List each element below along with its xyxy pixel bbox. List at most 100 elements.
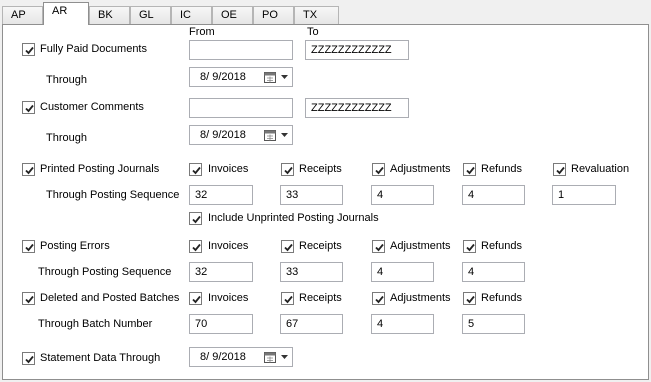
fully-paid-checkbox[interactable] [22,43,35,56]
errors-refunds-label: Refunds [481,240,522,252]
fully-paid-from-input[interactable] [189,40,293,60]
printed-refunds-sequence-input[interactable]: 4 [462,185,525,205]
batches-invoices-label: Invoices [208,292,249,304]
check-icon [375,166,384,175]
errors-refunds-sequence-input[interactable]: 4 [462,262,525,282]
date-value: 8/ 9/2018 [200,351,246,363]
errors-invoices-label: Invoices [208,240,249,252]
tab-bar: AP AR BK GL IC OE PO TX [0,0,651,25]
printed-revaluation-label: Revaluation [571,163,630,175]
batches-invoices-number-input[interactable]: 70 [189,314,253,334]
customer-comments-to-input[interactable]: ZZZZZZZZZZZZ [305,98,409,118]
deleted-batches-label: Deleted and Posted Batches [40,292,180,304]
batches-refunds-number-input[interactable]: 5 [462,314,525,334]
fully-paid-through-date[interactable]: 8/ 9/2018 [189,67,293,87]
tab-ar[interactable]: AR [43,2,89,25]
printed-revaluation-checkbox[interactable] [553,163,566,176]
errors-receipts-checkbox[interactable] [281,240,294,253]
check-icon [25,243,34,252]
batches-adjustments-label: Adjustments [390,292,451,304]
printed-receipts-label: Receipts [299,163,342,175]
customer-comments-checkbox[interactable] [22,101,35,114]
check-icon [192,166,201,175]
include-unprinted-checkbox[interactable] [189,212,202,225]
dropdown-arrow-icon[interactable] [281,133,288,137]
check-icon [25,46,34,55]
check-icon [25,166,34,175]
tab-gl[interactable]: GL [130,6,171,24]
check-icon [192,215,201,224]
customer-comments-label: Customer Comments [40,101,144,113]
check-icon [25,355,34,364]
tab-ap[interactable]: AP [2,6,43,24]
batches-adjustments-number-input[interactable]: 4 [371,314,434,334]
customer-comments-through-date[interactable]: 8/ 9/2018 [189,125,293,145]
printed-receipts-sequence-input[interactable]: 33 [280,185,343,205]
printed-invoices-checkbox[interactable] [189,163,202,176]
tab-ic[interactable]: IC [171,6,212,24]
check-icon [466,243,475,252]
batches-receipts-checkbox[interactable] [281,292,294,305]
calendar-icon[interactable] [264,129,276,141]
errors-adjustments-sequence-input[interactable]: 4 [371,262,434,282]
fully-paid-through-label: Through [46,74,87,86]
batches-refunds-label: Refunds [481,292,522,304]
fully-paid-to-input[interactable]: ZZZZZZZZZZZZ [305,40,409,60]
batches-invoices-checkbox[interactable] [189,292,202,305]
batches-refunds-checkbox[interactable] [463,292,476,305]
include-unprinted-label: Include Unprinted Posting Journals [208,212,379,224]
check-icon [375,295,384,304]
check-icon [556,166,565,175]
errors-sequence-label: Through Posting Sequence [38,266,172,278]
posting-errors-checkbox[interactable] [22,240,35,253]
dropdown-arrow-icon[interactable] [281,75,288,79]
statement-data-checkbox[interactable] [22,352,35,365]
check-icon [25,295,34,304]
check-icon [284,295,293,304]
deleted-batches-checkbox[interactable] [22,292,35,305]
printed-posting-label: Printed Posting Journals [40,163,160,175]
batch-number-label: Through Batch Number [38,318,153,330]
errors-receipts-sequence-input[interactable]: 33 [280,262,343,282]
batches-receipts-label: Receipts [299,292,342,304]
tab-tx[interactable]: TX [294,6,339,24]
tab-oe[interactable]: OE [212,6,253,24]
check-icon [284,243,293,252]
check-icon [192,243,201,252]
batches-adjustments-checkbox[interactable] [372,292,385,305]
check-icon [466,295,475,304]
check-icon [466,166,475,175]
printed-sequence-label: Through Posting Sequence [46,189,180,201]
customer-comments-from-input[interactable] [189,98,293,118]
to-header: To [307,26,319,38]
calendar-icon[interactable] [264,71,276,83]
check-icon [375,243,384,252]
tab-po[interactable]: PO [253,6,294,24]
errors-adjustments-checkbox[interactable] [372,240,385,253]
errors-invoices-sequence-input[interactable]: 32 [189,262,253,282]
printed-adjustments-sequence-input[interactable]: 4 [371,185,434,205]
batches-receipts-number-input[interactable]: 67 [280,314,343,334]
tab-bk[interactable]: BK [89,6,130,24]
statement-data-date[interactable]: 8/ 9/2018 [189,347,293,367]
errors-refunds-checkbox[interactable] [463,240,476,253]
errors-receipts-label: Receipts [299,240,342,252]
customer-comments-through-label: Through [46,132,87,144]
printed-invoices-sequence-input[interactable]: 32 [189,185,253,205]
date-value: 8/ 9/2018 [200,71,246,83]
printed-receipts-checkbox[interactable] [281,163,294,176]
printed-refunds-checkbox[interactable] [463,163,476,176]
calendar-icon[interactable] [264,351,276,363]
date-value: 8/ 9/2018 [200,129,246,141]
errors-invoices-checkbox[interactable] [189,240,202,253]
printed-invoices-label: Invoices [208,163,249,175]
dropdown-arrow-icon[interactable] [281,355,288,359]
printed-adjustments-checkbox[interactable] [372,163,385,176]
errors-adjustments-label: Adjustments [390,240,451,252]
check-icon [25,104,34,113]
printed-adjustments-label: Adjustments [390,163,451,175]
statement-data-label: Statement Data Through [40,352,161,364]
printed-revaluation-sequence-input[interactable]: 1 [552,185,616,205]
posting-errors-label: Posting Errors [40,240,110,252]
printed-posting-checkbox[interactable] [22,163,35,176]
